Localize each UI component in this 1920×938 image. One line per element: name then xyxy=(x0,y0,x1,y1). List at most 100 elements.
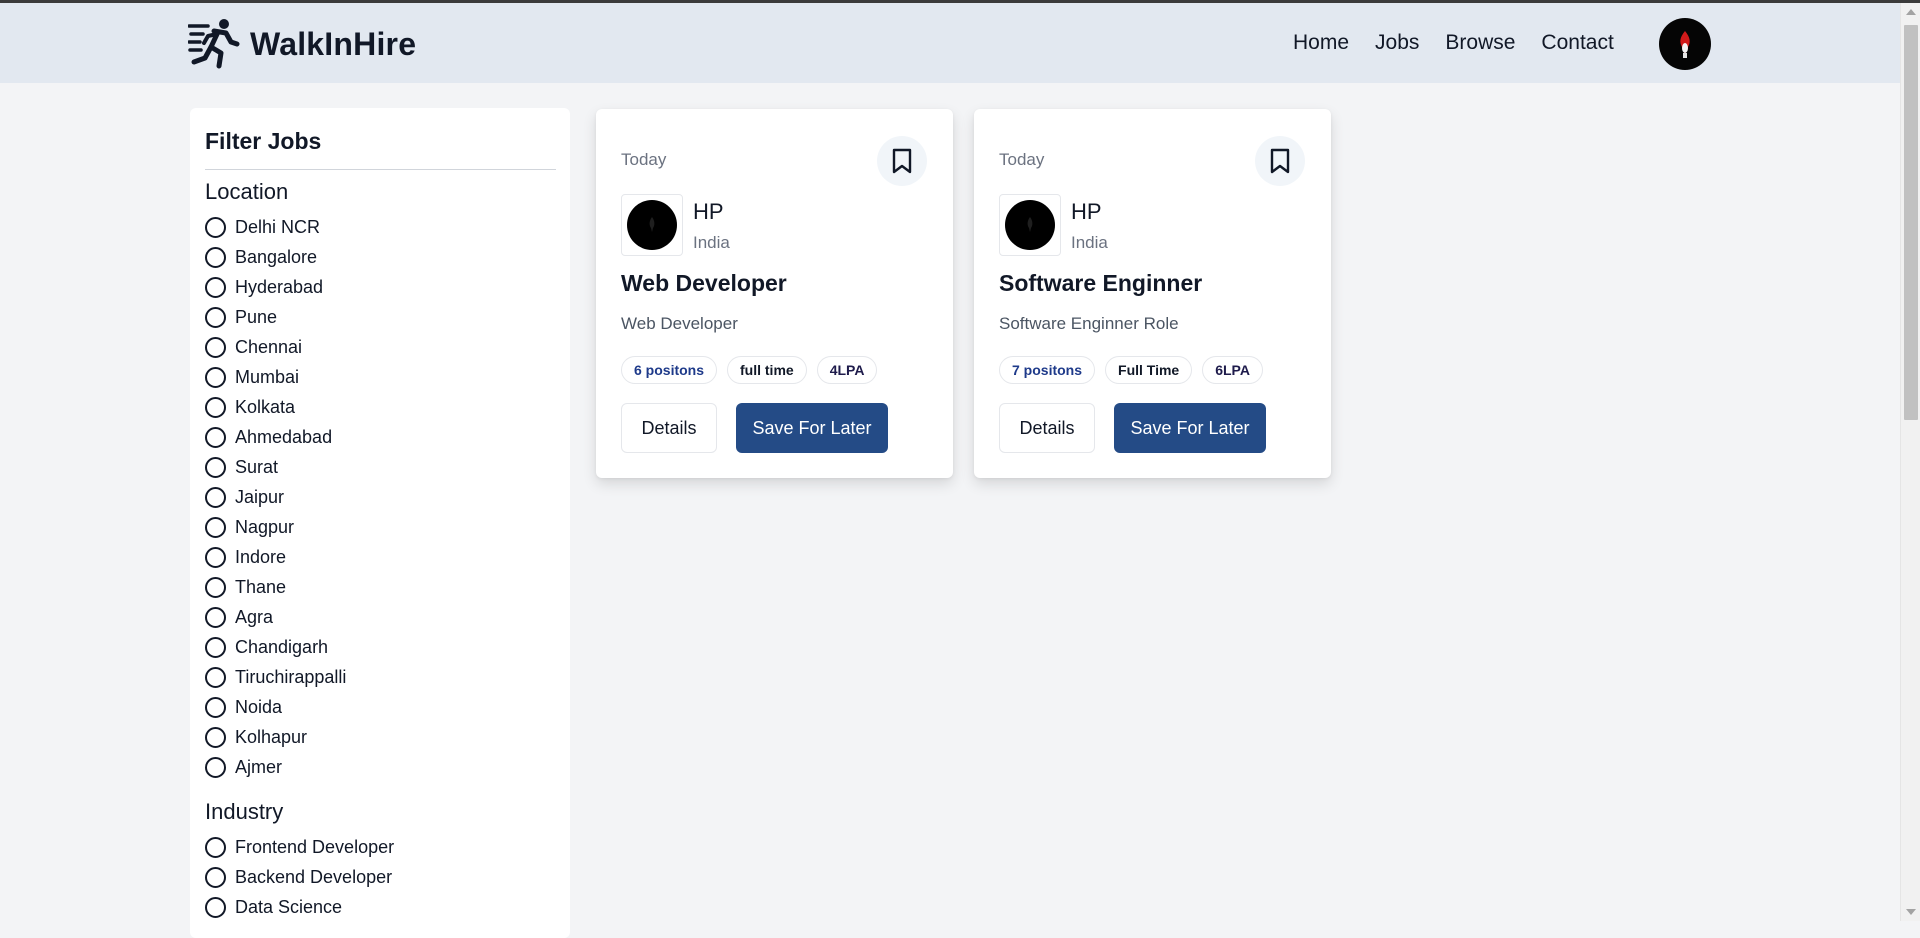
location-option[interactable]: Agra xyxy=(205,602,556,632)
posted-date: Today xyxy=(621,150,667,169)
option-label: Indore xyxy=(235,546,287,567)
save-for-later-button[interactable]: Save For Later xyxy=(736,403,888,453)
location-option[interactable]: Ajmer xyxy=(205,752,556,782)
positions-badge: 6 positons xyxy=(621,356,718,384)
option-label: Ajmer xyxy=(235,756,283,777)
location-option[interactable]: Chandigarh xyxy=(205,632,556,662)
filter-title: Filter Jobs xyxy=(205,128,322,154)
option-label: Frontend Developer xyxy=(235,836,395,857)
navbar: WalkInHire Home Jobs Browse Contact xyxy=(0,3,1900,83)
option-label: Bangalore xyxy=(235,246,318,267)
location-option[interactable]: Delhi NCR xyxy=(205,212,556,242)
radio-button[interactable] xyxy=(205,246,226,268)
details-button[interactable]: Details xyxy=(621,403,717,453)
company-logo xyxy=(999,194,1061,256)
location-option[interactable]: Mumbai xyxy=(205,362,556,392)
filter-sidebar: Filter Jobs Location Delhi NCR Bangalore H… xyxy=(190,108,570,938)
bookmark-button[interactable] xyxy=(877,136,927,186)
scroll-thumb[interactable] xyxy=(1904,25,1918,420)
vertical-scrollbar[interactable] xyxy=(1900,3,1920,921)
job-title: Software Enginner xyxy=(999,270,1203,296)
radio-button[interactable] xyxy=(205,726,226,748)
option-label: Agra xyxy=(235,606,274,627)
option-label: Ahmedabad xyxy=(235,426,333,447)
radio-button[interactable] xyxy=(205,896,226,918)
job-card: Today HP India Software Enginner Softwar… xyxy=(974,109,1331,478)
location-option[interactable]: Jaipur xyxy=(205,482,556,512)
brand-name: WalkInHire xyxy=(250,25,417,62)
industry-option[interactable]: Backend Developer xyxy=(205,862,556,892)
location-option[interactable]: Kolhapur xyxy=(205,722,556,752)
option-label: Jaipur xyxy=(235,486,285,507)
company-name: HP xyxy=(1071,199,1102,224)
location-option[interactable]: Nagpur xyxy=(205,512,556,542)
radio-button[interactable] xyxy=(205,216,226,238)
divider xyxy=(205,169,556,170)
job-card: Today HP India Web Developer Web Develop… xyxy=(596,109,953,478)
radio-button[interactable] xyxy=(205,366,226,388)
location-option[interactable]: Hyderabad xyxy=(205,272,556,302)
filter-group-title-industry: Industry xyxy=(205,799,284,824)
option-label: Data Science xyxy=(235,896,343,917)
brand[interactable]: WalkInHire xyxy=(188,17,416,71)
location-option[interactable]: Ahmedabad xyxy=(205,422,556,452)
bookmark-icon xyxy=(1270,148,1290,174)
option-label: Hyderabad xyxy=(235,276,324,297)
location-option[interactable]: Indore xyxy=(205,542,556,572)
radio-button[interactable] xyxy=(205,866,226,888)
nav-home[interactable]: Home xyxy=(1293,31,1349,55)
company-logo-icon xyxy=(1005,200,1055,250)
location-option[interactable]: Thane xyxy=(205,572,556,602)
option-label: Chandigarh xyxy=(235,636,329,657)
location-option[interactable]: Pune xyxy=(205,302,556,332)
location-option[interactable]: Chennai xyxy=(205,332,556,362)
scroll-up-arrow-icon[interactable] xyxy=(1906,9,1916,15)
company-logo xyxy=(621,194,683,256)
radio-button[interactable] xyxy=(205,306,226,328)
job-title: Web Developer xyxy=(621,270,787,296)
main-nav: Home Jobs Browse Contact xyxy=(1293,31,1614,55)
job-badges: 6 positons full time 4LPA xyxy=(621,356,878,384)
radio-button[interactable] xyxy=(205,456,226,478)
radio-button[interactable] xyxy=(205,636,226,658)
nav-contact[interactable]: Contact xyxy=(1541,31,1613,55)
job-description: Web Developer xyxy=(621,314,738,333)
location-option[interactable]: Bangalore xyxy=(205,242,556,272)
radio-button[interactable] xyxy=(205,606,226,628)
option-label: Kolkata xyxy=(235,396,296,417)
bookmark-icon xyxy=(892,148,912,174)
option-label: Backend Developer xyxy=(235,866,393,887)
radio-button[interactable] xyxy=(205,426,226,448)
salary-badge: 4LPA xyxy=(816,356,878,384)
location-option[interactable]: Kolkata xyxy=(205,392,556,422)
radio-button[interactable] xyxy=(205,576,226,598)
location-option[interactable]: Noida xyxy=(205,692,556,722)
radio-button[interactable] xyxy=(205,666,226,688)
radio-button[interactable] xyxy=(205,696,226,718)
scroll-down-arrow-icon[interactable] xyxy=(1906,909,1916,915)
radio-button[interactable] xyxy=(205,486,226,508)
radio-button[interactable] xyxy=(205,276,226,298)
radio-button[interactable] xyxy=(205,396,226,418)
posted-date: Today xyxy=(999,150,1045,169)
industry-options: Frontend Developer Backend Developer Data … xyxy=(205,832,556,922)
radio-button[interactable] xyxy=(205,756,226,778)
location-option[interactable]: Tiruchirappalli xyxy=(205,662,556,692)
save-for-later-button[interactable]: Save For Later xyxy=(1114,403,1266,453)
industry-option[interactable]: Data Science xyxy=(205,892,556,922)
user-avatar[interactable] xyxy=(1659,18,1711,70)
option-label: Thane xyxy=(235,576,287,597)
location-option[interactable]: Surat xyxy=(205,452,556,482)
radio-button[interactable] xyxy=(205,516,226,538)
industry-option[interactable]: Frontend Developer xyxy=(205,832,556,862)
details-button[interactable]: Details xyxy=(999,403,1095,453)
radio-button[interactable] xyxy=(205,546,226,568)
user-avatar-icon xyxy=(1680,31,1690,58)
nav-jobs[interactable]: Jobs xyxy=(1375,31,1419,55)
radio-button[interactable] xyxy=(205,836,226,858)
bookmark-button[interactable] xyxy=(1255,136,1305,186)
radio-button[interactable] xyxy=(205,336,226,358)
nav-browse[interactable]: Browse xyxy=(1445,31,1515,55)
option-label: Nagpur xyxy=(235,516,295,537)
company-name: HP xyxy=(693,199,724,224)
